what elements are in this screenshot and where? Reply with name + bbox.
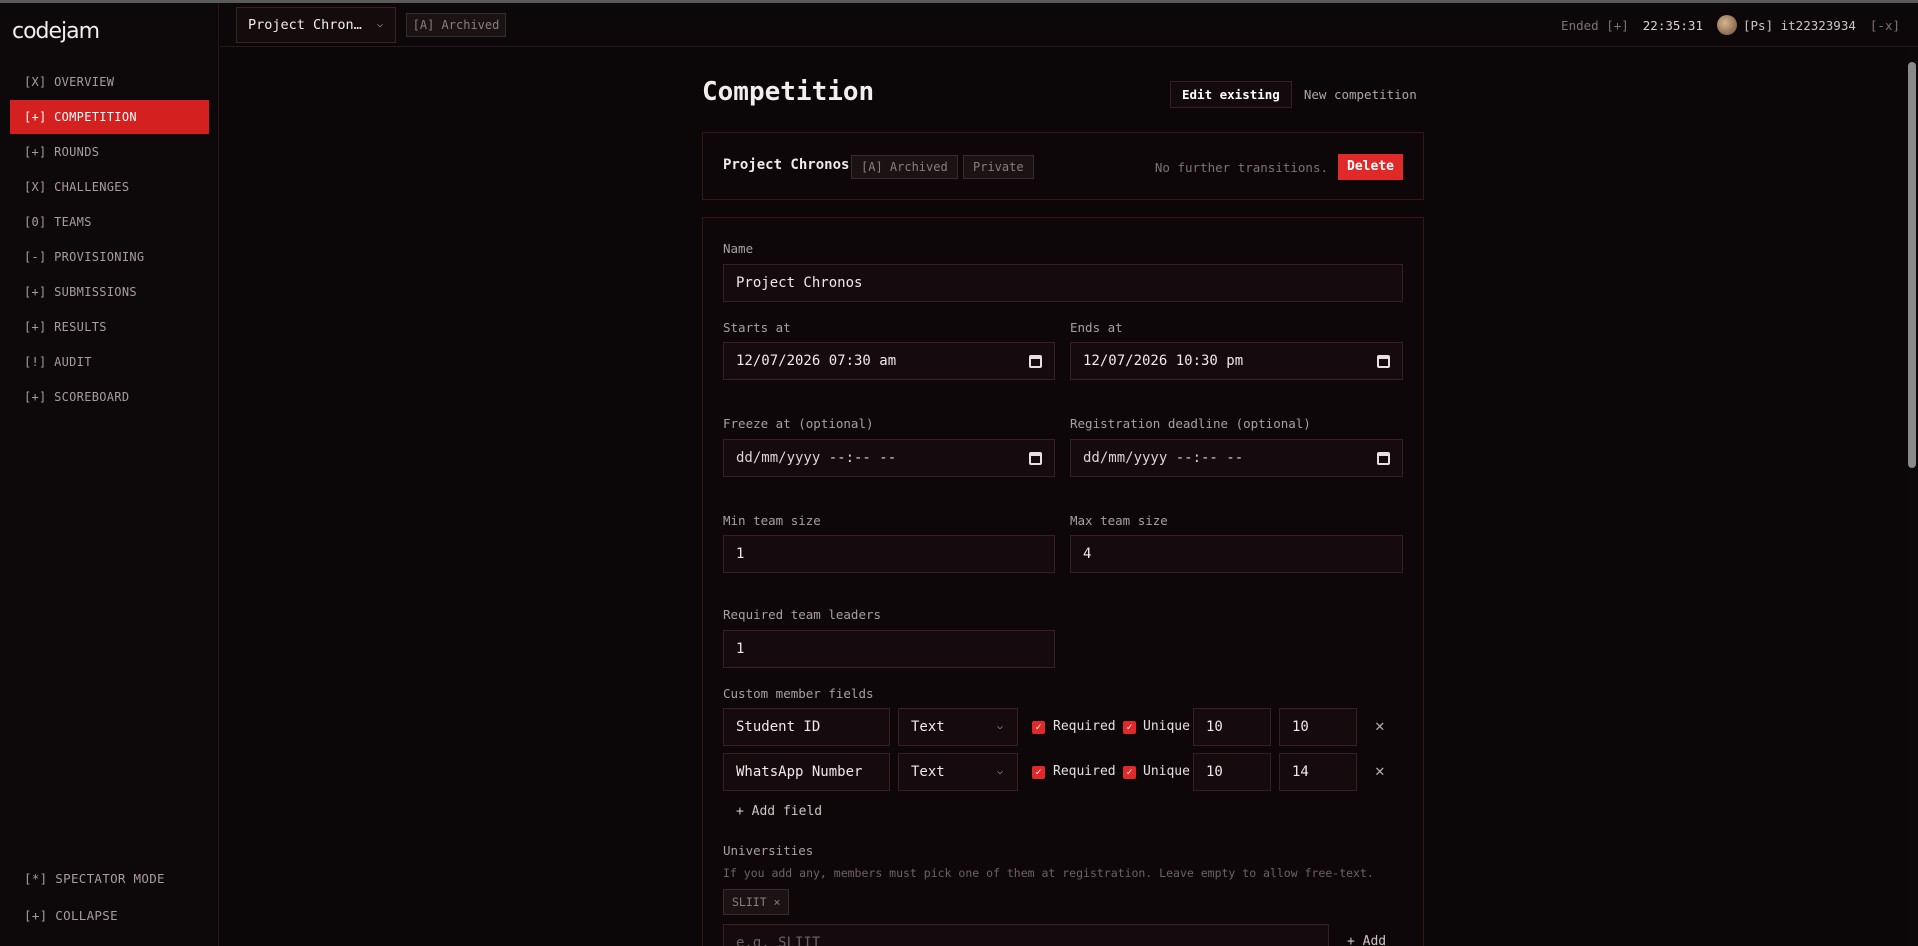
starts-at-value: 12/07/2026 07:30 am [736,353,897,369]
max-team-size-input[interactable]: 4 [1070,535,1403,573]
sidebar: codejam [X] OVERVIEW [+] COMPETITION [+]… [0,3,219,946]
calendar-icon[interactable] [1029,355,1042,368]
sidebar-item-teams[interactable]: [0] TEAMS [10,205,209,239]
competition-header-card: Project Chronos [A] Archived Private No … [702,132,1424,200]
name-label: Name [723,241,754,256]
custom-field-type-value: Text [911,764,945,780]
required-checkbox-label: Required [1053,719,1116,734]
spectator-mode-button[interactable]: [*] SPECTATOR MODE [10,861,209,897]
close-icon[interactable]: ✕ [1375,761,1385,780]
collapse-sidebar-button[interactable]: [+] COLLAPSE [10,898,209,934]
logout-button[interactable]: [-x] [1870,18,1900,33]
min-team-size-label: Min team size [723,513,821,528]
required-leaders-input[interactable]: 1 [723,630,1055,668]
registration-deadline-input[interactable]: dd/mm/yyyy --:-- -- [1070,439,1403,477]
sidebar-item-audit[interactable]: [!] AUDIT [10,345,209,379]
required-leaders-label: Required team leaders [723,607,882,622]
freeze-at-value: dd/mm/yyyy --:-- -- [736,450,897,466]
sidebar-item-submissions[interactable]: [+] SUBMISSIONS [10,275,209,309]
competition-select[interactable]: Project Chron… ⌵ [236,7,396,43]
ends-at-value: 12/07/2026 10:30 pm [1083,353,1244,369]
add-university-button[interactable]: + Add [1347,934,1386,946]
mode-tabs: Edit existing New competition [1170,81,1429,108]
custom-field-type-select[interactable]: Text ⌵ [898,753,1018,791]
chevron-down-icon: ⌵ [996,766,1003,777]
transitions-note: No further transitions. [1154,160,1328,175]
registration-deadline-label: Registration deadline (optional) [1070,416,1311,431]
delete-button[interactable]: Delete [1338,154,1403,180]
university-tag[interactable]: SLIIT × [723,889,790,915]
app-logo: codejam [12,19,100,44]
top-right-status: Ended [+] 22:35:31 [Ps] it22323934 [-x] [1561,3,1900,47]
starts-at-label: Starts at [723,320,791,335]
tab-edit-existing[interactable]: Edit existing [1170,81,1292,108]
custom-field-name-input[interactable]: WhatsApp Number [723,753,890,791]
top-bar: Project Chron… ⌵ [A] Archived Ended [+] … [220,3,1918,47]
competition-form-card: Name Project Chronos Starts at 12/07/202… [702,217,1424,946]
custom-field-type-value: Text [911,719,945,735]
sidebar-item-competition[interactable]: [+] COMPETITION [10,100,209,134]
page-title: Competition [702,77,875,107]
university-input[interactable]: e.g. SLIIT [723,924,1329,946]
sidebar-item-provisioning[interactable]: [-] PROVISIONING [10,240,209,274]
unique-checkbox-label: Unique [1143,719,1190,734]
sidebar-item-overview[interactable]: [X] OVERVIEW [10,65,209,99]
unique-checkbox[interactable]: ✓ [1123,721,1136,734]
custom-field-min-input[interactable]: 10 [1193,753,1271,791]
clock: 22:35:31 [1642,17,1703,33]
chevron-down-icon: ⌵ [376,19,383,30]
required-checkbox[interactable]: ✓ [1032,721,1045,734]
ends-at-label: Ends at [1070,320,1123,335]
calendar-icon[interactable] [1029,452,1042,465]
tab-new-competition[interactable]: New competition [1292,81,1429,108]
sidebar-bottom: [*] SPECTATOR MODE [+] COLLAPSE [10,861,209,935]
universities-hint: If you add any, members must pick one of… [723,866,1374,880]
custom-field-min-input[interactable]: 10 [1193,708,1271,746]
ended-indicator: Ended [+] [1561,17,1629,33]
avatar[interactable] [1717,15,1737,35]
custom-field-type-select[interactable]: Text ⌵ [898,708,1018,746]
freeze-at-label: Freeze at (optional) [723,416,874,431]
competition-select-value: Project Chron… [248,17,362,33]
starts-at-input[interactable]: 12/07/2026 07:30 am [723,342,1055,380]
scrollbar-thumb[interactable] [1908,62,1916,468]
sidebar-item-scoreboard[interactable]: [+] SCOREBOARD [10,380,209,414]
status-badge: [A] Archived [406,13,506,37]
competition-name: Project Chronos [723,157,850,173]
required-checkbox-label: Required [1053,764,1116,779]
sidebar-item-rounds[interactable]: [+] ROUNDS [10,135,209,169]
user-name[interactable]: [Ps] it22323934 [1743,18,1856,33]
custom-field-name-input[interactable]: Student ID [723,708,890,746]
name-input[interactable]: Project Chronos [723,264,1403,302]
custom-member-fields-label: Custom member fields [723,686,874,701]
freeze-at-input[interactable]: dd/mm/yyyy --:-- -- [723,439,1055,477]
registration-deadline-value: dd/mm/yyyy --:-- -- [1083,450,1244,466]
universities-label: Universities [723,843,814,858]
unique-checkbox-label: Unique [1143,764,1190,779]
custom-field-max-input[interactable]: 10 [1279,708,1357,746]
add-field-button[interactable]: + Add field [736,804,822,819]
chevron-down-icon: ⌵ [996,721,1003,732]
sidebar-item-challenges[interactable]: [X] CHALLENGES [10,170,209,204]
required-checkbox[interactable]: ✓ [1032,766,1045,779]
custom-field-max-input[interactable]: 14 [1279,753,1357,791]
calendar-icon[interactable] [1377,355,1390,368]
calendar-icon[interactable] [1377,452,1390,465]
sidebar-item-results[interactable]: [+] RESULTS [10,310,209,344]
max-team-size-label: Max team size [1070,513,1168,528]
min-team-size-input[interactable]: 1 [723,535,1055,573]
unique-checkbox[interactable]: ✓ [1123,766,1136,779]
sidebar-nav: [X] OVERVIEW [+] COMPETITION [+] ROUNDS … [10,65,209,415]
ends-at-input[interactable]: 12/07/2026 10:30 pm [1070,342,1403,380]
close-icon[interactable]: ✕ [1375,716,1385,735]
visibility-badge: Private [963,155,1034,179]
archived-badge: [A] Archived [851,155,958,179]
